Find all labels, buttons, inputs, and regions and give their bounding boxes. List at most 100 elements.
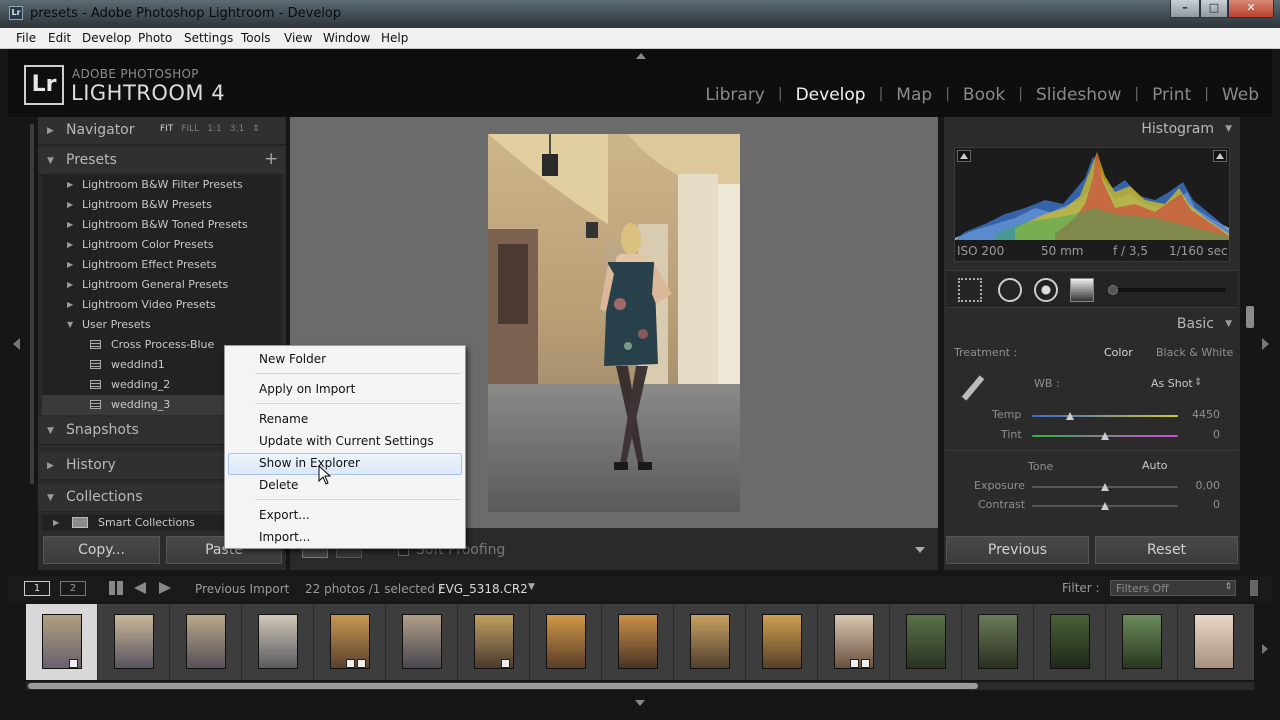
treatment-color-option[interactable]: Color <box>1104 346 1133 359</box>
tone-auto-button[interactable]: Auto <box>1142 459 1168 472</box>
menu-item-show-in-explorer[interactable]: Show in Explorer <box>259 456 360 470</box>
preset-folder[interactable]: ▶ Lightroom General Presets <box>42 275 282 295</box>
previous-photo-icon[interactable] <box>134 582 146 594</box>
module-book[interactable]: Book <box>950 85 1018 105</box>
menu-item-import[interactable]: Import... <box>259 530 310 544</box>
module-library[interactable]: Library <box>692 85 777 105</box>
zoom-fill[interactable]: FILL <box>181 124 199 134</box>
filmstrip-thumbnail[interactable] <box>674 604 746 680</box>
app-icon[interactable]: Lr <box>9 6 23 20</box>
zoom-fit[interactable]: FIT <box>160 124 173 134</box>
preset-folder-user[interactable]: ▼ User Presets <box>42 315 282 335</box>
filmstrip-scroll-handle[interactable] <box>1250 580 1258 596</box>
menu-item-export[interactable]: Export... <box>259 508 310 522</box>
menu-item-rename[interactable]: Rename <box>259 412 308 426</box>
module-develop[interactable]: Develop <box>783 85 879 105</box>
menu-file[interactable]: File <box>16 31 36 45</box>
filename-dropdown-icon[interactable]: ▼ <box>528 582 535 592</box>
maximize-icon[interactable]: □ <box>1200 0 1228 18</box>
preset-folder[interactable]: ▶ Lightroom B&W Toned Presets <box>42 215 282 235</box>
menu-item-delete[interactable]: Delete <box>259 478 298 492</box>
contrast-slider-thumb[interactable] <box>1101 502 1109 510</box>
temp-value[interactable]: 4450 <box>1170 408 1220 421</box>
menu-photo[interactable]: Photo <box>138 31 172 45</box>
filmstrip-thumbnail[interactable] <box>26 604 98 680</box>
zoom-3-1[interactable]: 3:1 <box>230 124 244 134</box>
presets-header[interactable]: ▼ Presets + <box>38 147 286 175</box>
menu-view[interactable]: View <box>284 31 312 45</box>
preset-folder[interactable]: ▶ Lightroom Video Presets <box>42 295 282 315</box>
main-photo[interactable] <box>488 134 740 512</box>
exposure-value[interactable]: 0,00 <box>1170 479 1221 492</box>
temp-slider-thumb[interactable] <box>1066 412 1074 420</box>
filmstrip-thumbnail[interactable] <box>962 604 1034 680</box>
copy-button[interactable]: Copy... <box>43 536 160 564</box>
menu-tools[interactable]: Tools <box>241 31 271 45</box>
shadow-clipping-icon[interactable] <box>957 150 971 162</box>
previous-button[interactable]: Previous <box>946 536 1089 564</box>
white-balance-picker-icon[interactable] <box>958 374 988 404</box>
collapse-top-panel-icon[interactable] <box>636 53 646 59</box>
filmstrip-thumbnail[interactable] <box>314 604 386 680</box>
filmstrip-thumbnail[interactable] <box>818 604 890 680</box>
spot-removal-tool-icon[interactable] <box>998 278 1022 302</box>
exposure-slider-thumb[interactable] <box>1101 483 1109 491</box>
menu-edit[interactable]: Edit <box>48 31 71 45</box>
filmstrip-thumbnail[interactable] <box>170 604 242 680</box>
menu-help[interactable]: Help <box>381 31 408 45</box>
wb-dropdown[interactable]: As Shot <box>1151 377 1193 390</box>
adjustment-brush-slider[interactable] <box>1110 288 1226 292</box>
module-slideshow[interactable]: Slideshow <box>1023 85 1134 105</box>
zoom-stepper-icon[interactable]: ⇕ <box>252 124 260 134</box>
module-web[interactable]: Web <box>1209 85 1272 105</box>
histogram[interactable]: ISO 200 50 mm f / 3,5 1/160 sec <box>954 147 1230 262</box>
filmstrip-scrollbar-thumb[interactable] <box>28 683 978 689</box>
filmstrip-thumbnail[interactable] <box>1106 604 1178 680</box>
primary-window-button[interactable]: 1 <box>24 581 50 596</box>
menu-develop[interactable]: Develop <box>82 31 131 45</box>
crop-tool-icon[interactable] <box>958 278 982 302</box>
plus-icon[interactable]: + <box>264 149 278 169</box>
filmstrip-thumbnail[interactable] <box>458 604 530 680</box>
preset-folder[interactable]: ▶ Lightroom B&W Presets <box>42 195 282 215</box>
adjustment-brush-icon[interactable] <box>1108 285 1118 295</box>
filmstrip-thumbnail[interactable] <box>1178 604 1250 680</box>
filter-dropdown[interactable]: Filters Off ⇕ <box>1110 580 1236 596</box>
histogram-header[interactable]: Histogram ▼ <box>944 119 1240 145</box>
temp-slider[interactable] <box>1032 415 1178 417</box>
preset-folder[interactable]: ▶ Lightroom Effect Presets <box>42 255 282 275</box>
zoom-1-1[interactable]: 1:1 <box>207 124 221 134</box>
filmstrip-scrollbar[interactable] <box>26 682 1254 690</box>
filmstrip-thumbnail[interactable] <box>386 604 458 680</box>
wb-stepper-icon[interactable]: ⇕ <box>1194 377 1202 388</box>
collapse-filmstrip-icon[interactable] <box>635 700 645 706</box>
basic-header[interactable]: Basic ▼ <box>944 313 1240 339</box>
filmstrip-thumbnail[interactable] <box>98 604 170 680</box>
preset-folder[interactable]: ▶ Lightroom B&W Filter Presets <box>42 175 282 195</box>
preset-folder[interactable]: ▶ Lightroom Color Presets <box>42 235 282 255</box>
next-photo-icon[interactable] <box>159 582 171 594</box>
module-print[interactable]: Print <box>1139 85 1204 105</box>
filmstrip-thumbnail[interactable] <box>242 604 314 680</box>
navigator-header[interactable]: ▶ Navigator FIT FILL 1:1 3:1 ⇕ <box>38 117 286 145</box>
menu-item-new-folder[interactable]: New Folder <box>259 352 326 366</box>
filmstrip-scroll-right-icon[interactable] <box>1262 644 1268 654</box>
filmstrip-thumbnail[interactable] <box>602 604 674 680</box>
right-panel-scrollbar[interactable] <box>1246 306 1254 328</box>
menu-settings[interactable]: Settings <box>184 31 233 45</box>
red-eye-tool-icon[interactable] <box>1034 278 1058 302</box>
secondary-window-button[interactable]: 2 <box>60 581 86 596</box>
tint-value[interactable]: 0 <box>1170 428 1220 441</box>
graduated-filter-icon[interactable] <box>1070 278 1094 302</box>
collapse-left-panel-icon[interactable] <box>13 338 20 350</box>
grid-view-icon[interactable] <box>109 581 123 595</box>
selected-filename[interactable]: EVG_5318.CR2 <box>438 582 528 596</box>
filmstrip-source[interactable]: Previous Import <box>195 582 289 596</box>
filmstrip-thumbnail[interactable] <box>890 604 962 680</box>
reset-button[interactable]: Reset <box>1095 536 1238 564</box>
collapse-right-panel-icon[interactable] <box>1262 338 1269 350</box>
left-panel-scrollbar[interactable] <box>30 124 34 484</box>
filmstrip-thumbnail[interactable] <box>746 604 818 680</box>
toolbar-menu-icon[interactable] <box>915 547 925 553</box>
menu-item-apply-on-import[interactable]: Apply on Import <box>259 382 355 396</box>
